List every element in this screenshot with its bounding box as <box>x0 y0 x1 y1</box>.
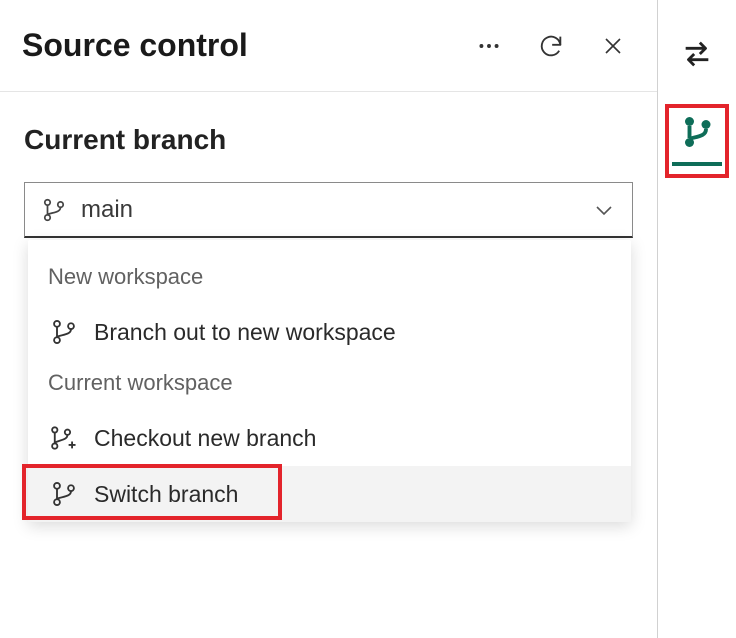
menu-switch-branch[interactable]: Switch branch <box>28 466 631 522</box>
git-branch-icon <box>41 197 67 223</box>
git-branch-icon <box>679 114 715 150</box>
current-branch-label: Current branch <box>24 124 633 156</box>
git-branch-icon <box>48 318 80 346</box>
group-new-workspace-label: New workspace <box>28 254 631 304</box>
close-button[interactable] <box>597 30 629 62</box>
panel-header: Source control <box>0 0 657 92</box>
rail-source-control-button[interactable] <box>679 114 715 150</box>
git-branch-plus-icon <box>48 424 80 452</box>
branch-dropdown-trigger[interactable]: main <box>24 182 633 238</box>
menu-item-label: Checkout new branch <box>94 425 316 452</box>
branch-dropdown: main New workspace Branch out to new wor… <box>24 182 633 238</box>
branch-dropdown-value: main <box>81 196 592 224</box>
close-icon <box>601 34 625 58</box>
refresh-button[interactable] <box>535 30 567 62</box>
source-control-panel: Source control Current branch <box>0 0 658 638</box>
right-rail <box>658 0 736 638</box>
panel-title: Source control <box>22 27 473 64</box>
more-button[interactable] <box>473 30 505 62</box>
rail-sync-button[interactable] <box>671 28 723 80</box>
chevron-down-icon <box>592 198 616 222</box>
menu-item-label: Branch out to new workspace <box>94 319 396 346</box>
refresh-icon <box>537 32 565 60</box>
swap-icon <box>680 37 714 71</box>
branch-dropdown-panel: New workspace Branch out to new workspac… <box>28 240 631 522</box>
highlight-box <box>665 104 729 178</box>
active-indicator <box>672 162 722 166</box>
git-branch-icon <box>48 480 80 508</box>
menu-checkout-new-branch[interactable]: Checkout new branch <box>28 410 631 466</box>
header-actions <box>473 30 629 62</box>
menu-branch-out-new-workspace[interactable]: Branch out to new workspace <box>28 304 631 360</box>
menu-item-label: Switch branch <box>94 481 238 508</box>
group-current-workspace-label: Current workspace <box>28 360 631 410</box>
more-icon <box>476 33 502 59</box>
panel-content: Current branch main New workspace <box>0 92 657 270</box>
